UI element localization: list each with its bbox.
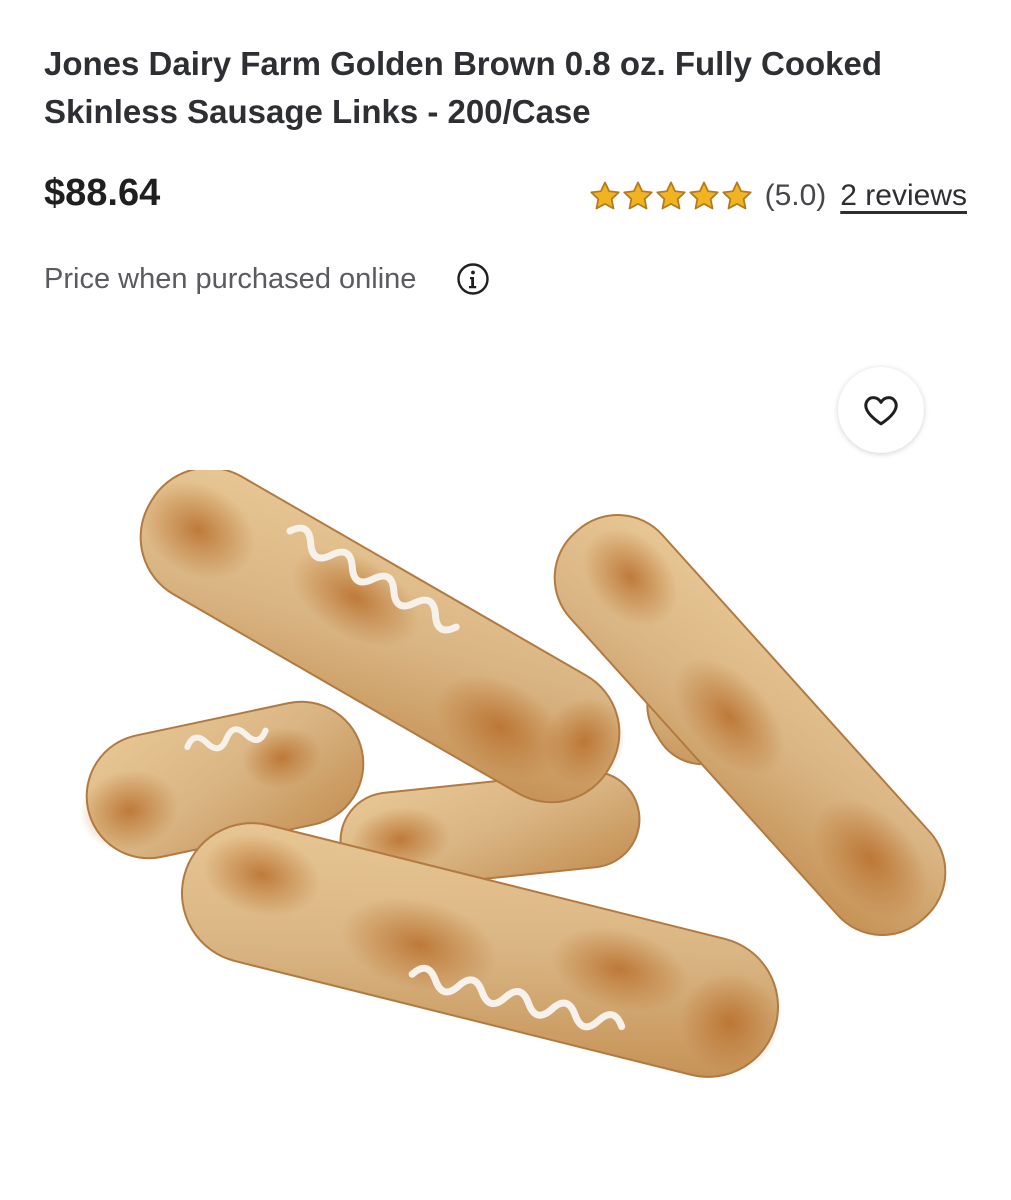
star-icon [622, 181, 653, 210]
heart-icon [864, 396, 898, 426]
rating-value: (5.0) [764, 179, 827, 212]
star-icon [655, 181, 686, 210]
star-icon [589, 181, 620, 210]
price-note: Price when purchased online [44, 262, 490, 296]
rating-row[interactable]: (5.0) 2 reviews [589, 176, 967, 216]
star-icon [688, 181, 719, 210]
product-price: $88.64 [44, 172, 161, 214]
price-note-text: Price when purchased online [44, 262, 417, 295]
reviews-link[interactable]: 2 reviews [840, 179, 967, 213]
rating-stars [589, 180, 753, 212]
star-icon [721, 181, 752, 210]
info-icon[interactable] [456, 262, 490, 296]
favorite-button[interactable] [838, 367, 924, 453]
product-image [79, 470, 947, 1078]
product-title: Jones Dairy Farm Golden Brown 0.8 oz. Fu… [44, 45, 883, 130]
